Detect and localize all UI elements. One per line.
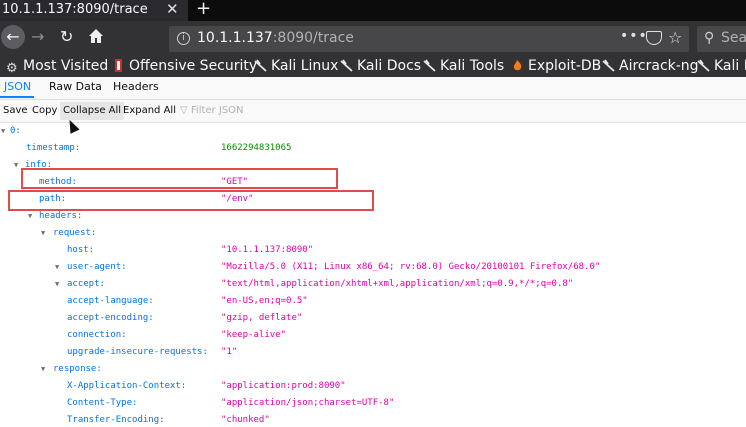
reload-button[interactable]: ↻ — [60, 28, 73, 46]
collapse-arrow-icon[interactable]: ▼ — [14, 157, 18, 174]
expand-all-button[interactable]: Expand All — [120, 102, 179, 120]
offsec-icon — [115, 59, 122, 72]
url-bar[interactable]: i 10.1.1.137:8090/trace ••• ☆ — [169, 26, 689, 52]
collapse-arrow-icon[interactable]: ▼ — [55, 259, 59, 276]
gear-icon: ⚙ — [6, 61, 18, 76]
tree-row[interactable]: host: "10.1.1.137:8090" — [0, 242, 746, 259]
highlight-box-method — [21, 168, 338, 189]
search-icon: ⚲ — [704, 30, 715, 46]
bookmark-star-icon[interactable]: ☆ — [668, 28, 682, 47]
nav-bar: ← → ↻ i 10.1.1.137:8090/trace ••• ☆ ⚲ Se… — [0, 21, 746, 57]
collapse-arrow-icon[interactable]: ▼ — [55, 276, 59, 293]
tree-row[interactable]: connection: "keep-alive" — [0, 327, 746, 344]
filter-json-input[interactable]: ▽ Filter JSON — [180, 102, 243, 120]
exploitdb-icon — [513, 60, 522, 71]
tab-headers[interactable]: Headers — [113, 80, 159, 93]
kali-icon — [697, 59, 710, 72]
tab-active[interactable]: 10.1.1.137:8090/trace ✕ — [0, 0, 188, 21]
bookmark-kali-forums[interactable]: Kali F — [697, 57, 746, 77]
tree-row[interactable]: accept-encoding: "gzip, deflate" — [0, 310, 746, 327]
page-actions-icon[interactable]: ••• — [620, 28, 648, 44]
close-tab-icon[interactable]: ✕ — [166, 0, 179, 19]
bookmark-exploit-db[interactable]: Exploit-DB — [511, 57, 601, 77]
back-button[interactable]: ← — [1, 25, 25, 49]
new-tab-button[interactable]: + — [196, 0, 211, 19]
bookmark-kali-docs[interactable]: Kali Docs — [340, 57, 421, 77]
tab-strip: 10.1.1.137:8090/trace ✕ + — [0, 0, 746, 21]
kali-icon — [423, 59, 436, 72]
save-button[interactable]: Save — [0, 102, 31, 120]
highlight-box-path — [8, 190, 374, 211]
bookmarks-bar: ⚙ Most Visited Offensive Security Kali Li… — [0, 57, 746, 77]
copy-button[interactable]: Copy — [29, 102, 60, 120]
bookmark-offensive-security[interactable]: Offensive Security — [112, 57, 257, 77]
kali-icon — [254, 59, 267, 72]
forward-button[interactable]: → — [31, 29, 44, 45]
bookmark-kali-tools[interactable]: Kali Tools — [423, 57, 504, 77]
tree-row[interactable]: ▼ response: — [0, 361, 746, 378]
tab-raw-data[interactable]: Raw Data — [49, 80, 102, 93]
filter-icon: ▽ — [180, 105, 188, 116]
bookmark-most-visited[interactable]: ⚙ Most Visited — [6, 57, 108, 77]
search-placeholder: Sea — [721, 30, 746, 46]
search-box[interactable]: ⚲ Sea — [697, 26, 746, 52]
tree-row[interactable]: Transfer-Encoding: "chunked" — [0, 412, 746, 427]
collapse-arrow-icon[interactable]: ▼ — [1, 123, 5, 140]
bookmark-aircrack-ng[interactable]: Aircrack-ng — [602, 57, 699, 77]
tree-row[interactable]: accept-language: "en-US,en;q=0.5" — [0, 293, 746, 310]
tree-row[interactable]: X-Application-Context: "application:prod… — [0, 378, 746, 395]
tree-row[interactable]: timestamp: 1662294831065 — [0, 140, 746, 157]
kali-icon — [340, 59, 353, 72]
tab-json[interactable]: JSON — [4, 80, 31, 93]
tree-row[interactable]: ▼ accept: "text/html,application/xhtml+x… — [0, 276, 746, 293]
json-toolbar: Save Copy Collapse All Expand All ▽ Filt… — [0, 100, 746, 123]
pocket-icon[interactable] — [646, 31, 662, 45]
aircrack-icon — [602, 59, 615, 72]
bookmark-kali-linux[interactable]: Kali Linux — [254, 57, 338, 77]
collapse-all-button[interactable]: Collapse All — [60, 102, 125, 120]
tree-row[interactable]: ▼ 0: — [0, 123, 746, 140]
tab-title: 10.1.1.137:8090/trace — [2, 2, 148, 17]
tree-row[interactable]: ▼ user-agent: "Mozilla/5.0 (X11; Linux x… — [0, 259, 746, 276]
tree-row[interactable]: upgrade-insecure-requests: "1" — [0, 344, 746, 361]
home-icon[interactable] — [88, 27, 104, 45]
active-tab-indicator — [0, 96, 34, 98]
viewer-tabs: JSON Raw Data Headers — [0, 77, 746, 100]
tree-row[interactable]: ▼ request: — [0, 225, 746, 242]
collapse-arrow-icon[interactable]: ▼ — [41, 225, 45, 242]
tree-row[interactable]: Content-Type: "application/json;charset=… — [0, 395, 746, 412]
info-icon[interactable]: i — [177, 32, 190, 45]
url-text[interactable]: 10.1.1.137:8090/trace — [197, 30, 354, 46]
collapse-arrow-icon[interactable]: ▼ — [41, 361, 45, 378]
